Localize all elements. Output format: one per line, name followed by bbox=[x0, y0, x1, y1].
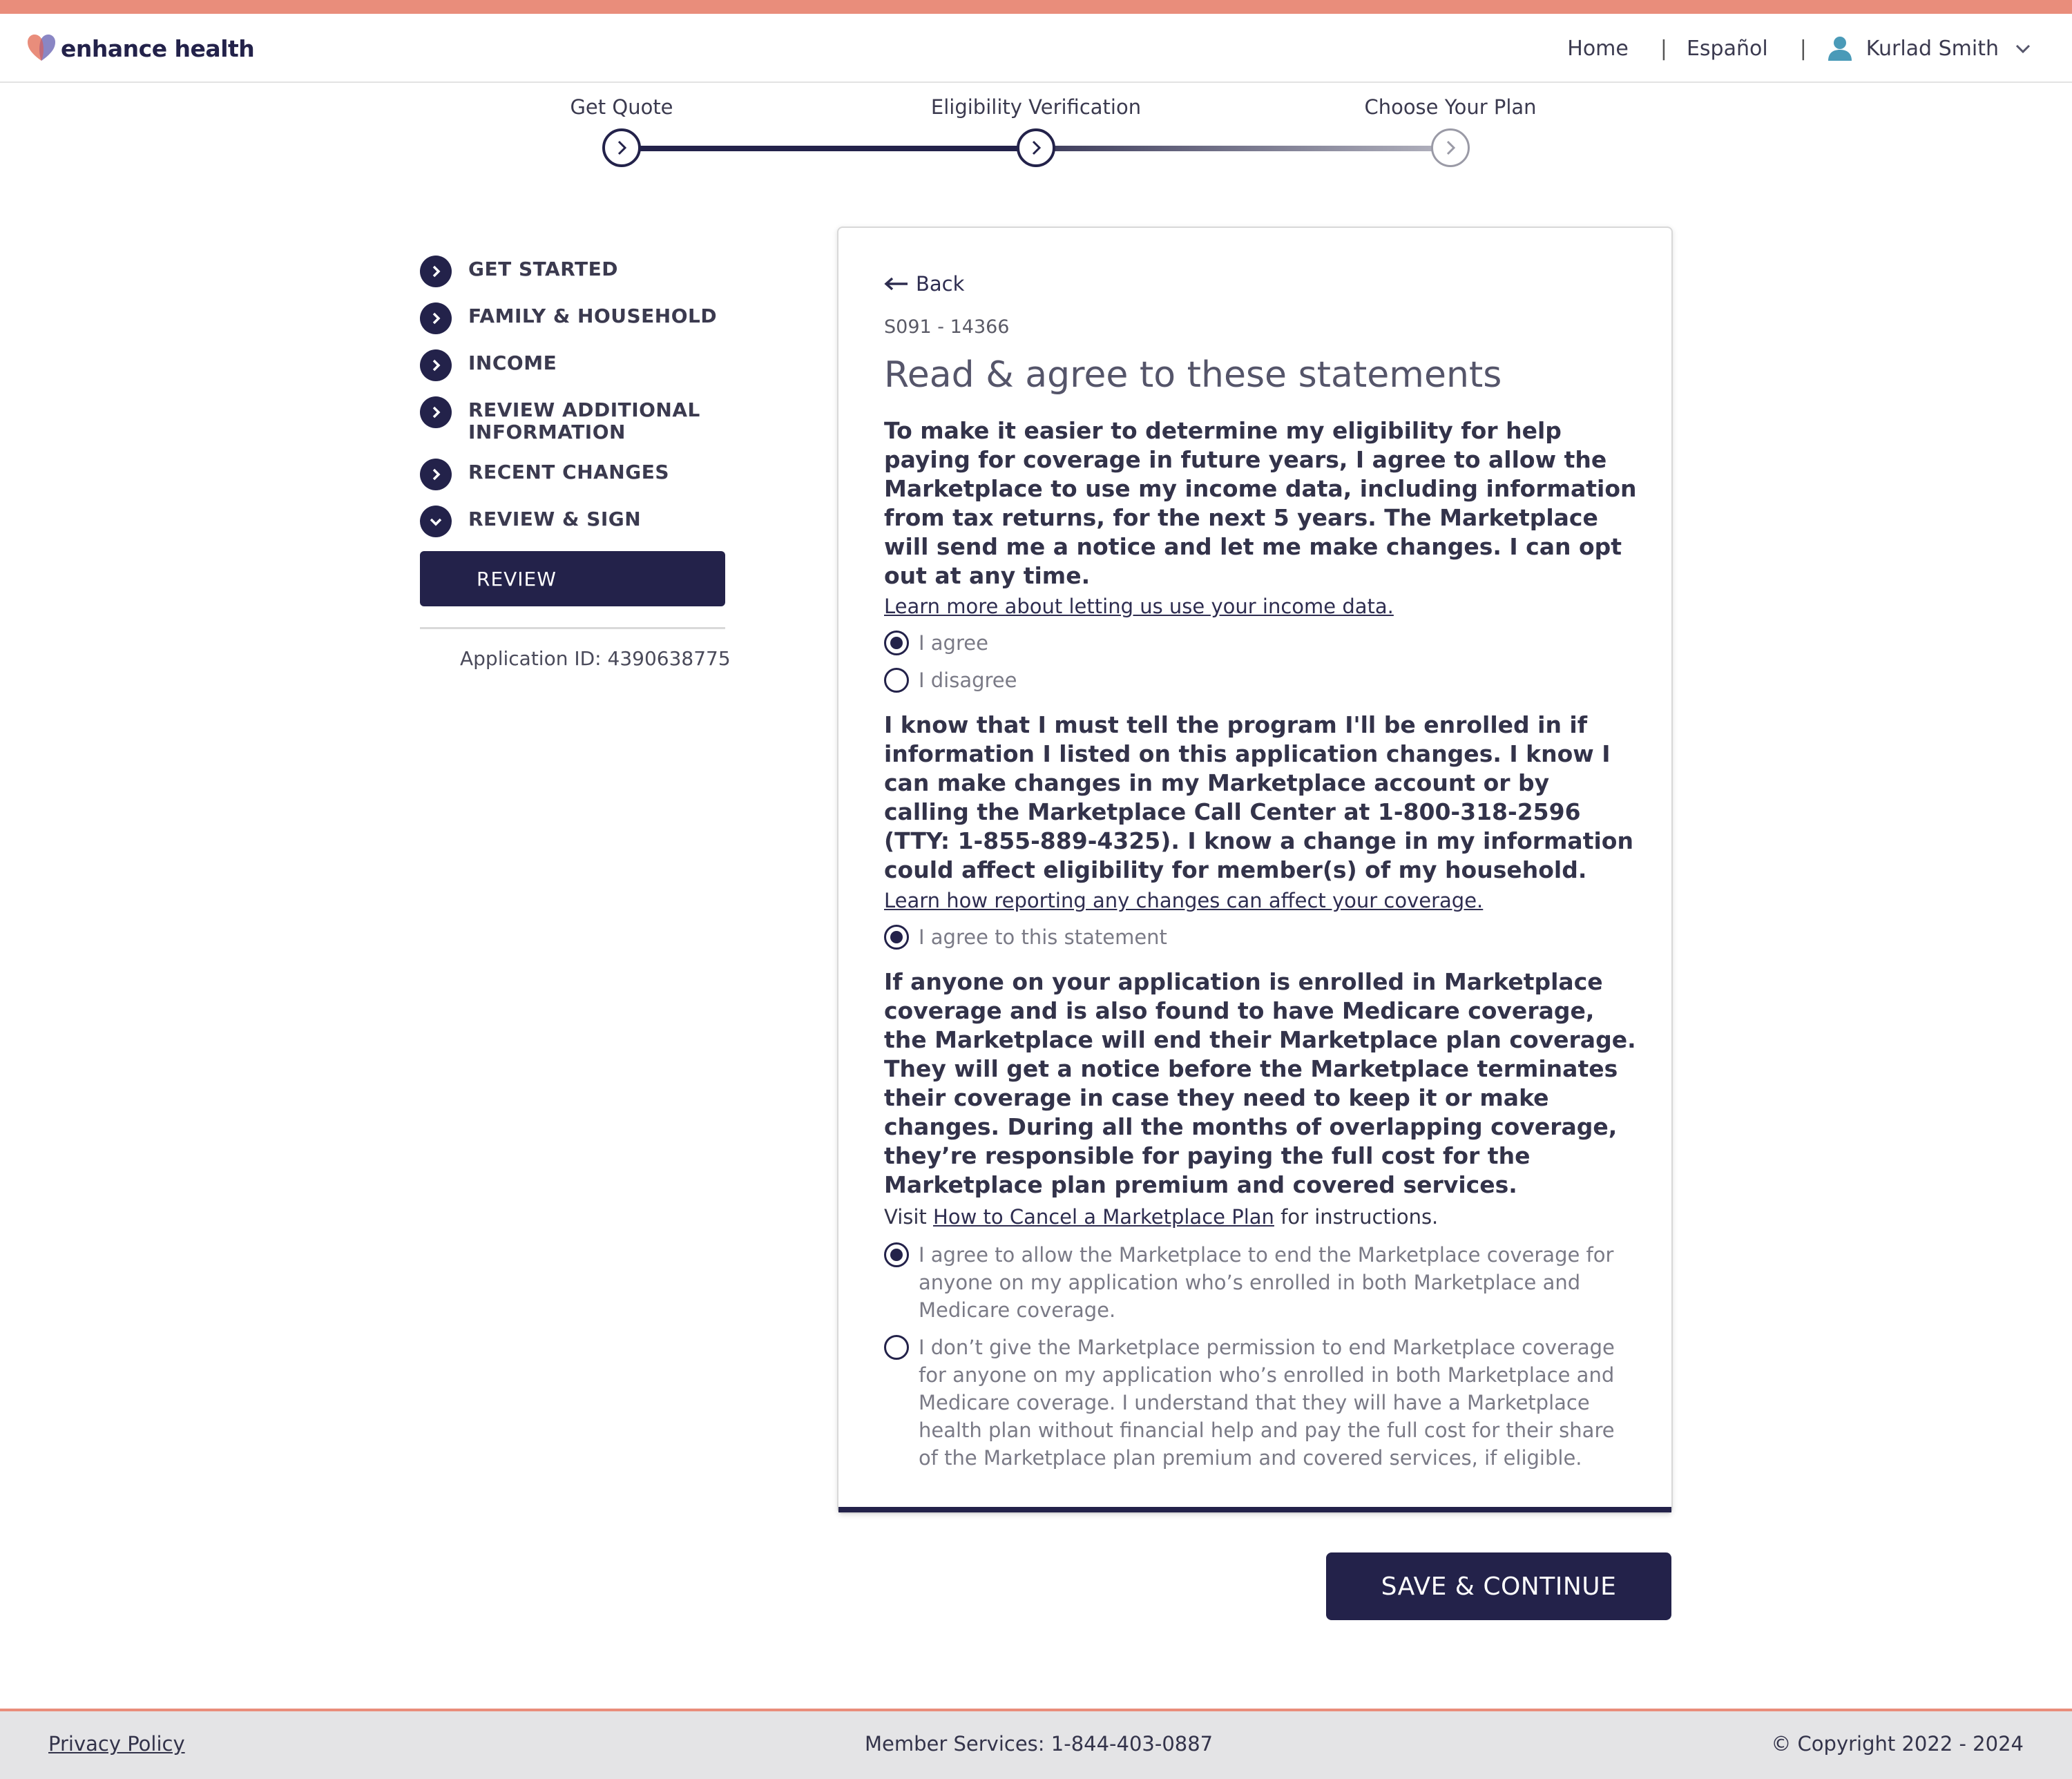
radio-button[interactable] bbox=[884, 668, 909, 693]
sidebar-item-income[interactable]: INCOME bbox=[420, 349, 745, 381]
chevron-right-icon bbox=[420, 256, 452, 287]
radio-deny-end-coverage[interactable]: I don’t give the Marketplace permission … bbox=[884, 1334, 1637, 1472]
cancel-plan-link[interactable]: How to Cancel a Marketplace Plan bbox=[933, 1205, 1274, 1229]
copyright: © Copyright 2022 - 2024 bbox=[1771, 1732, 2024, 1756]
nav-home-link[interactable]: Home bbox=[1567, 37, 1629, 61]
top-nav: Home | Español | Kurlad Smith bbox=[1567, 35, 2032, 62]
user-icon bbox=[1828, 37, 1852, 61]
sidebar-item-label: RECENT CHANGES bbox=[468, 461, 670, 483]
step-label-eligibility: Eligibility Verification bbox=[930, 95, 1142, 119]
privacy-policy-link[interactable]: Privacy Policy bbox=[48, 1732, 185, 1756]
radio-label: I agree bbox=[919, 631, 988, 655]
sidebar-divider bbox=[420, 627, 725, 629]
step-label-choose-plan: Choose Your Plan bbox=[1364, 95, 1537, 119]
visit-prefix: Visit bbox=[884, 1205, 927, 1229]
radio-button[interactable] bbox=[884, 925, 909, 950]
nav-language-link[interactable]: Español bbox=[1687, 37, 1768, 61]
sidebar-item-label: INCOME bbox=[468, 352, 557, 374]
sidebar-item-review-sign[interactable]: REVIEW & SIGN bbox=[420, 506, 745, 537]
radio-selected-dot bbox=[890, 1249, 903, 1261]
statement-report-changes: I know that I must tell the program I'll… bbox=[884, 711, 1633, 883]
sidebar-item-label: FAMILY & HOUSEHOLD bbox=[468, 305, 718, 327]
member-services: Member Services: 1-844-403-0887 bbox=[865, 1732, 1214, 1756]
radio-button[interactable] bbox=[884, 1242, 909, 1267]
sidebar-item-review-additional-info[interactable]: REVIEW ADDITIONAL INFORMATION bbox=[420, 396, 745, 443]
sidebar-item-family-household[interactable]: FAMILY & HOUSEHOLD bbox=[420, 302, 745, 334]
nav-separator: | bbox=[1660, 36, 1667, 61]
application-id: Application ID: 4390638775 bbox=[460, 647, 731, 670]
site-footer: Privacy Policy Member Services: 1-844-40… bbox=[0, 1709, 2072, 1779]
logo-text: enhance health bbox=[61, 35, 255, 62]
chevron-right-icon bbox=[420, 349, 452, 381]
back-link[interactable]: Back bbox=[884, 272, 1637, 296]
radio-label: I agree to allow the Marketplace to end … bbox=[919, 1243, 1614, 1322]
radio-button[interactable] bbox=[884, 631, 909, 655]
chevron-right-icon bbox=[420, 396, 452, 428]
statement-medicare: If anyone on your application is enrolle… bbox=[884, 968, 1636, 1198]
sidebar-review-button[interactable]: REVIEW bbox=[420, 551, 725, 606]
visit-instructions: Visit How to Cancel a Marketplace Plan f… bbox=[884, 1205, 1637, 1229]
chevron-right-icon bbox=[420, 459, 452, 490]
statement-income-data: To make it easier to determine my eligib… bbox=[884, 417, 1637, 589]
radio-selected-dot bbox=[890, 931, 903, 943]
visit-suffix: for instructions. bbox=[1280, 1205, 1439, 1229]
learn-reporting-changes-link[interactable]: Learn how reporting any changes can affe… bbox=[884, 889, 1637, 912]
sidebar-item-label: REVIEW & SIGN bbox=[468, 508, 642, 530]
back-label: Back bbox=[916, 272, 965, 296]
learn-more-income-link[interactable]: Learn more about letting us use your inc… bbox=[884, 595, 1637, 618]
card-bottom-border bbox=[838, 1507, 1671, 1512]
chevron-right-icon bbox=[1032, 140, 1042, 155]
statements-card: Back S091 - 14366 Read & agree to these … bbox=[837, 227, 1673, 1514]
step-line-complete bbox=[622, 146, 1036, 151]
sidebar-item-get-started[interactable]: GET STARTED bbox=[420, 256, 745, 287]
step-get-quote[interactable] bbox=[602, 128, 641, 167]
sidebar-item-label: GET STARTED bbox=[468, 258, 618, 280]
chevron-right-icon bbox=[1446, 140, 1456, 155]
logo[interactable]: enhance health bbox=[26, 33, 255, 64]
heart-logo-icon bbox=[28, 35, 55, 61]
radio-button[interactable] bbox=[884, 1335, 909, 1360]
step-line-upcoming bbox=[1036, 146, 1450, 151]
step-eligibility[interactable] bbox=[1017, 128, 1055, 167]
radio-label: I disagree bbox=[919, 669, 1017, 692]
chevron-down-icon[interactable] bbox=[2014, 39, 2032, 57]
nav-separator: | bbox=[1799, 36, 1807, 61]
page-title: Read & agree to these statements bbox=[884, 354, 1502, 396]
top-accent-bar bbox=[0, 0, 2072, 14]
chevron-right-icon bbox=[617, 140, 627, 155]
progress-stepper: Get Quote Eligibility Verification Choos… bbox=[566, 90, 1547, 173]
chevron-right-icon bbox=[420, 302, 452, 334]
sidebar-item-recent-changes[interactable]: RECENT CHANGES bbox=[420, 459, 745, 490]
radio-agree-statement[interactable]: I agree to this statement bbox=[884, 923, 1637, 951]
radio-selected-dot bbox=[890, 637, 903, 649]
radio-disagree-income[interactable]: I disagree bbox=[884, 666, 1637, 694]
radio-agree-income[interactable]: I agree bbox=[884, 629, 1637, 657]
radio-allow-end-coverage[interactable]: I agree to allow the Marketplace to end … bbox=[884, 1241, 1637, 1324]
application-sidebar: GET STARTED FAMILY & HOUSEHOLD INCOME RE… bbox=[420, 256, 745, 670]
step-label-get-quote: Get Quote bbox=[570, 95, 673, 119]
chevron-down-icon bbox=[420, 506, 452, 537]
step-choose-plan[interactable] bbox=[1431, 128, 1470, 167]
statement-code: S091 - 14366 bbox=[884, 316, 1010, 338]
user-name[interactable]: Kurlad Smith bbox=[1866, 37, 1999, 61]
arrow-left-icon bbox=[884, 277, 908, 291]
radio-label: I don’t give the Marketplace permission … bbox=[919, 1336, 1615, 1470]
site-header: enhance health Home | Español | Kurlad S… bbox=[0, 14, 2072, 83]
save-continue-button[interactable]: SAVE & CONTINUE bbox=[1326, 1552, 1671, 1620]
radio-label: I agree to this statement bbox=[919, 925, 1167, 949]
sidebar-item-label: REVIEW ADDITIONAL INFORMATION bbox=[468, 398, 700, 443]
